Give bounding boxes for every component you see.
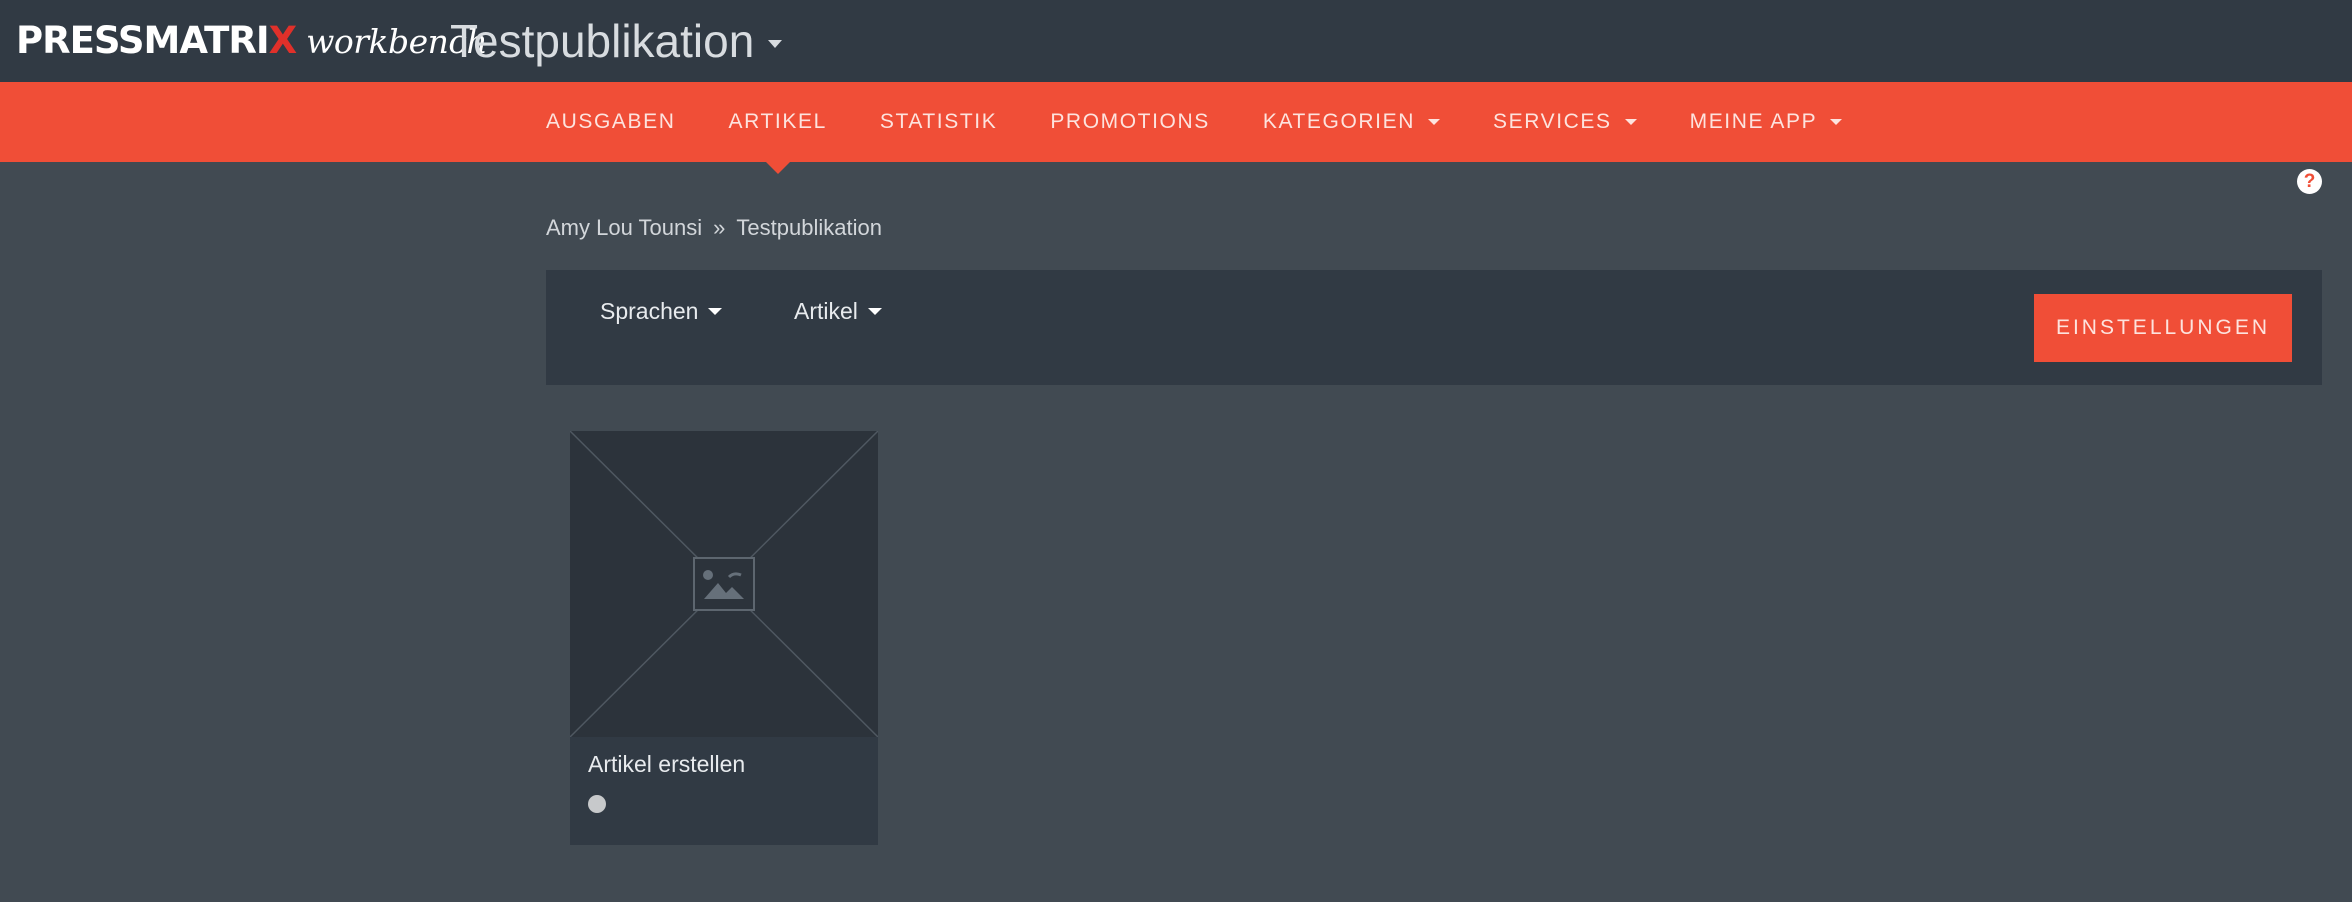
articles-label: Artikel <box>794 298 858 324</box>
nav-label: SERVICES <box>1492 110 1612 133</box>
chevron-down-icon <box>708 308 723 315</box>
image-placeholder-icon <box>570 431 878 737</box>
logo-wordmark: PRESSMATRIX <box>16 19 297 62</box>
nav-item-artikel[interactable]: ARTIKEL <box>728 82 827 174</box>
nav-label: STATISTIK <box>879 110 998 133</box>
card-title: Artikel erstellen <box>588 751 746 777</box>
chevron-down-icon <box>1427 119 1440 125</box>
breadcrumb-user[interactable]: Amy Lou Tounsi <box>546 215 702 241</box>
nav-item-statistik[interactable]: STATISTIK <box>880 82 997 162</box>
nav-item-promotions[interactable]: PROMOTIONS <box>1050 82 1210 162</box>
nav-label: KATEGORIEN <box>1262 110 1415 133</box>
chevron-down-icon <box>1624 119 1637 125</box>
articles-toolbar: Sprachen Artikel EINSTELLUNGEN <box>546 270 2322 385</box>
articles-dropdown[interactable]: Artikel <box>794 296 882 366</box>
main-nav: AUSGABEN ARTIKEL STATISTIK PROMOTIONS KA… <box>0 82 2352 194</box>
breadcrumb-publication: Testpublikation <box>736 215 882 240</box>
languages-dropdown[interactable]: Sprachen <box>600 296 723 366</box>
top-bar: PRESSMATRIX workbench Testpublikation <box>0 0 2352 82</box>
status-indicator <box>588 795 606 813</box>
nav-item-services[interactable]: SERVICES <box>1493 82 1637 162</box>
nav-item-meine-app[interactable]: MEINE APP <box>1690 82 1843 162</box>
nav-label: AUSGABEN <box>546 110 676 133</box>
settings-button[interactable]: EINSTELLUNGEN <box>2034 294 2292 362</box>
article-thumbnail <box>570 431 878 737</box>
pressmatrix-logo[interactable]: PRESSMATRIX workbench <box>16 18 488 64</box>
create-article-card[interactable]: Artikel erstellen <box>570 431 878 845</box>
publication-title: Testpublikation <box>450 15 755 67</box>
publication-selector[interactable]: Testpublikation <box>450 12 783 70</box>
nav-item-ausgaben[interactable]: AUSGABEN <box>546 82 676 162</box>
languages-label: Sprachen <box>600 298 699 324</box>
help-icon[interactable]: ? <box>2297 169 2322 194</box>
chevron-down-icon <box>1830 119 1843 125</box>
breadcrumb-separator: » <box>713 215 726 240</box>
nav-item-kategorien[interactable]: KATEGORIEN <box>1263 82 1440 162</box>
nav-label: MEINE APP <box>1689 110 1818 133</box>
chevron-down-icon <box>768 40 783 48</box>
nav-label: ARTIKEL <box>728 110 827 133</box>
breadcrumb: Amy Lou Tounsi » Testpublikation <box>546 212 882 244</box>
nav-label: PROMOTIONS <box>1050 110 1210 133</box>
chevron-down-icon <box>867 308 882 315</box>
